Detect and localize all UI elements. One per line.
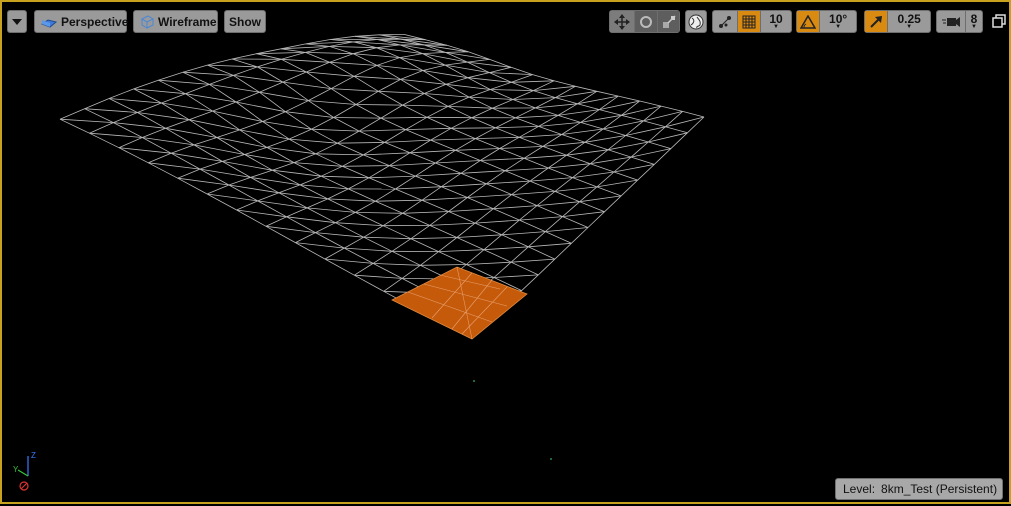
rotation-snap-group: 10° ▼ [796,10,857,33]
maximize-icon[interactable] [992,14,1006,28]
grid-icon [742,15,756,29]
translate-icon [614,14,630,30]
chevron-down-icon: ▼ [835,24,841,30]
landscape-wireframe[interactable] [2,2,1011,506]
scale-snap-value-dropdown[interactable]: 0.25 ▼ [887,11,930,32]
angle-icon [800,15,816,29]
wireframe-cube-icon [140,15,154,29]
scene-point [473,380,475,382]
scale-mode-button[interactable] [657,11,679,32]
scale-snap-group: 0.25 ▼ [864,10,931,33]
surface-snap-button[interactable] [713,11,737,32]
grid-snap-toggle[interactable] [737,11,760,32]
transform-tools-group [609,10,680,33]
scale-snap-value: 0.25 [897,14,920,24]
scale-arrow-icon [869,15,883,29]
view-mode-button[interactable]: Wireframe [133,10,218,33]
scale-icon [662,15,676,29]
grid-snap-value-dropdown[interactable]: 10 ▼ [760,11,791,32]
level-label: Level: [843,482,875,496]
globe-icon [688,14,704,30]
coordinate-space-button[interactable] [685,10,707,33]
camera-speed-value: 8 [971,14,978,24]
svg-text:Y: Y [13,465,19,474]
level-status-badge: Level: 8km_Test (Persistent) [835,478,1003,500]
perspective-label: Perspective [57,15,128,29]
grid-snap-group: 10 ▼ [712,10,792,33]
rotation-snap-value: 10° [829,14,847,24]
rotate-icon [639,15,653,29]
camera-icon [942,16,960,28]
viewport-options-button[interactable] [7,10,27,33]
scene-point [550,458,552,460]
chevron-down-icon: ▼ [971,24,977,30]
show-button[interactable]: Show [224,10,266,33]
camera-speed-value-wrap: 8 ▼ [965,11,982,32]
level-viewport[interactable]: Z Y Perspective Wireframe Show [0,0,1011,504]
rotation-snap-toggle[interactable] [797,11,819,32]
chevron-down-icon: ▼ [773,24,779,30]
show-label: Show [229,15,261,29]
rotation-snap-value-dropdown[interactable]: 10° ▼ [819,11,856,32]
surface-snap-icon [717,14,733,30]
scale-snap-toggle[interactable] [865,11,887,32]
translate-mode-button[interactable] [610,11,634,32]
wireframe-label: Wireframe [154,15,217,29]
chevron-down-icon: ▼ [906,24,912,30]
camera-speed-dropdown[interactable]: 8 ▼ [936,10,983,33]
svg-text:Z: Z [31,451,36,460]
rotate-mode-button[interactable] [634,11,657,32]
level-name: 8km_Test (Persistent) [881,482,997,496]
grid-snap-value: 10 [769,14,782,24]
axis-gizmo-icon: Z Y [10,448,44,494]
cube-icon [41,16,57,28]
camera-speed-icon-wrap [937,11,965,32]
chevron-down-icon [12,19,22,25]
perspective-button[interactable]: Perspective [34,10,127,33]
